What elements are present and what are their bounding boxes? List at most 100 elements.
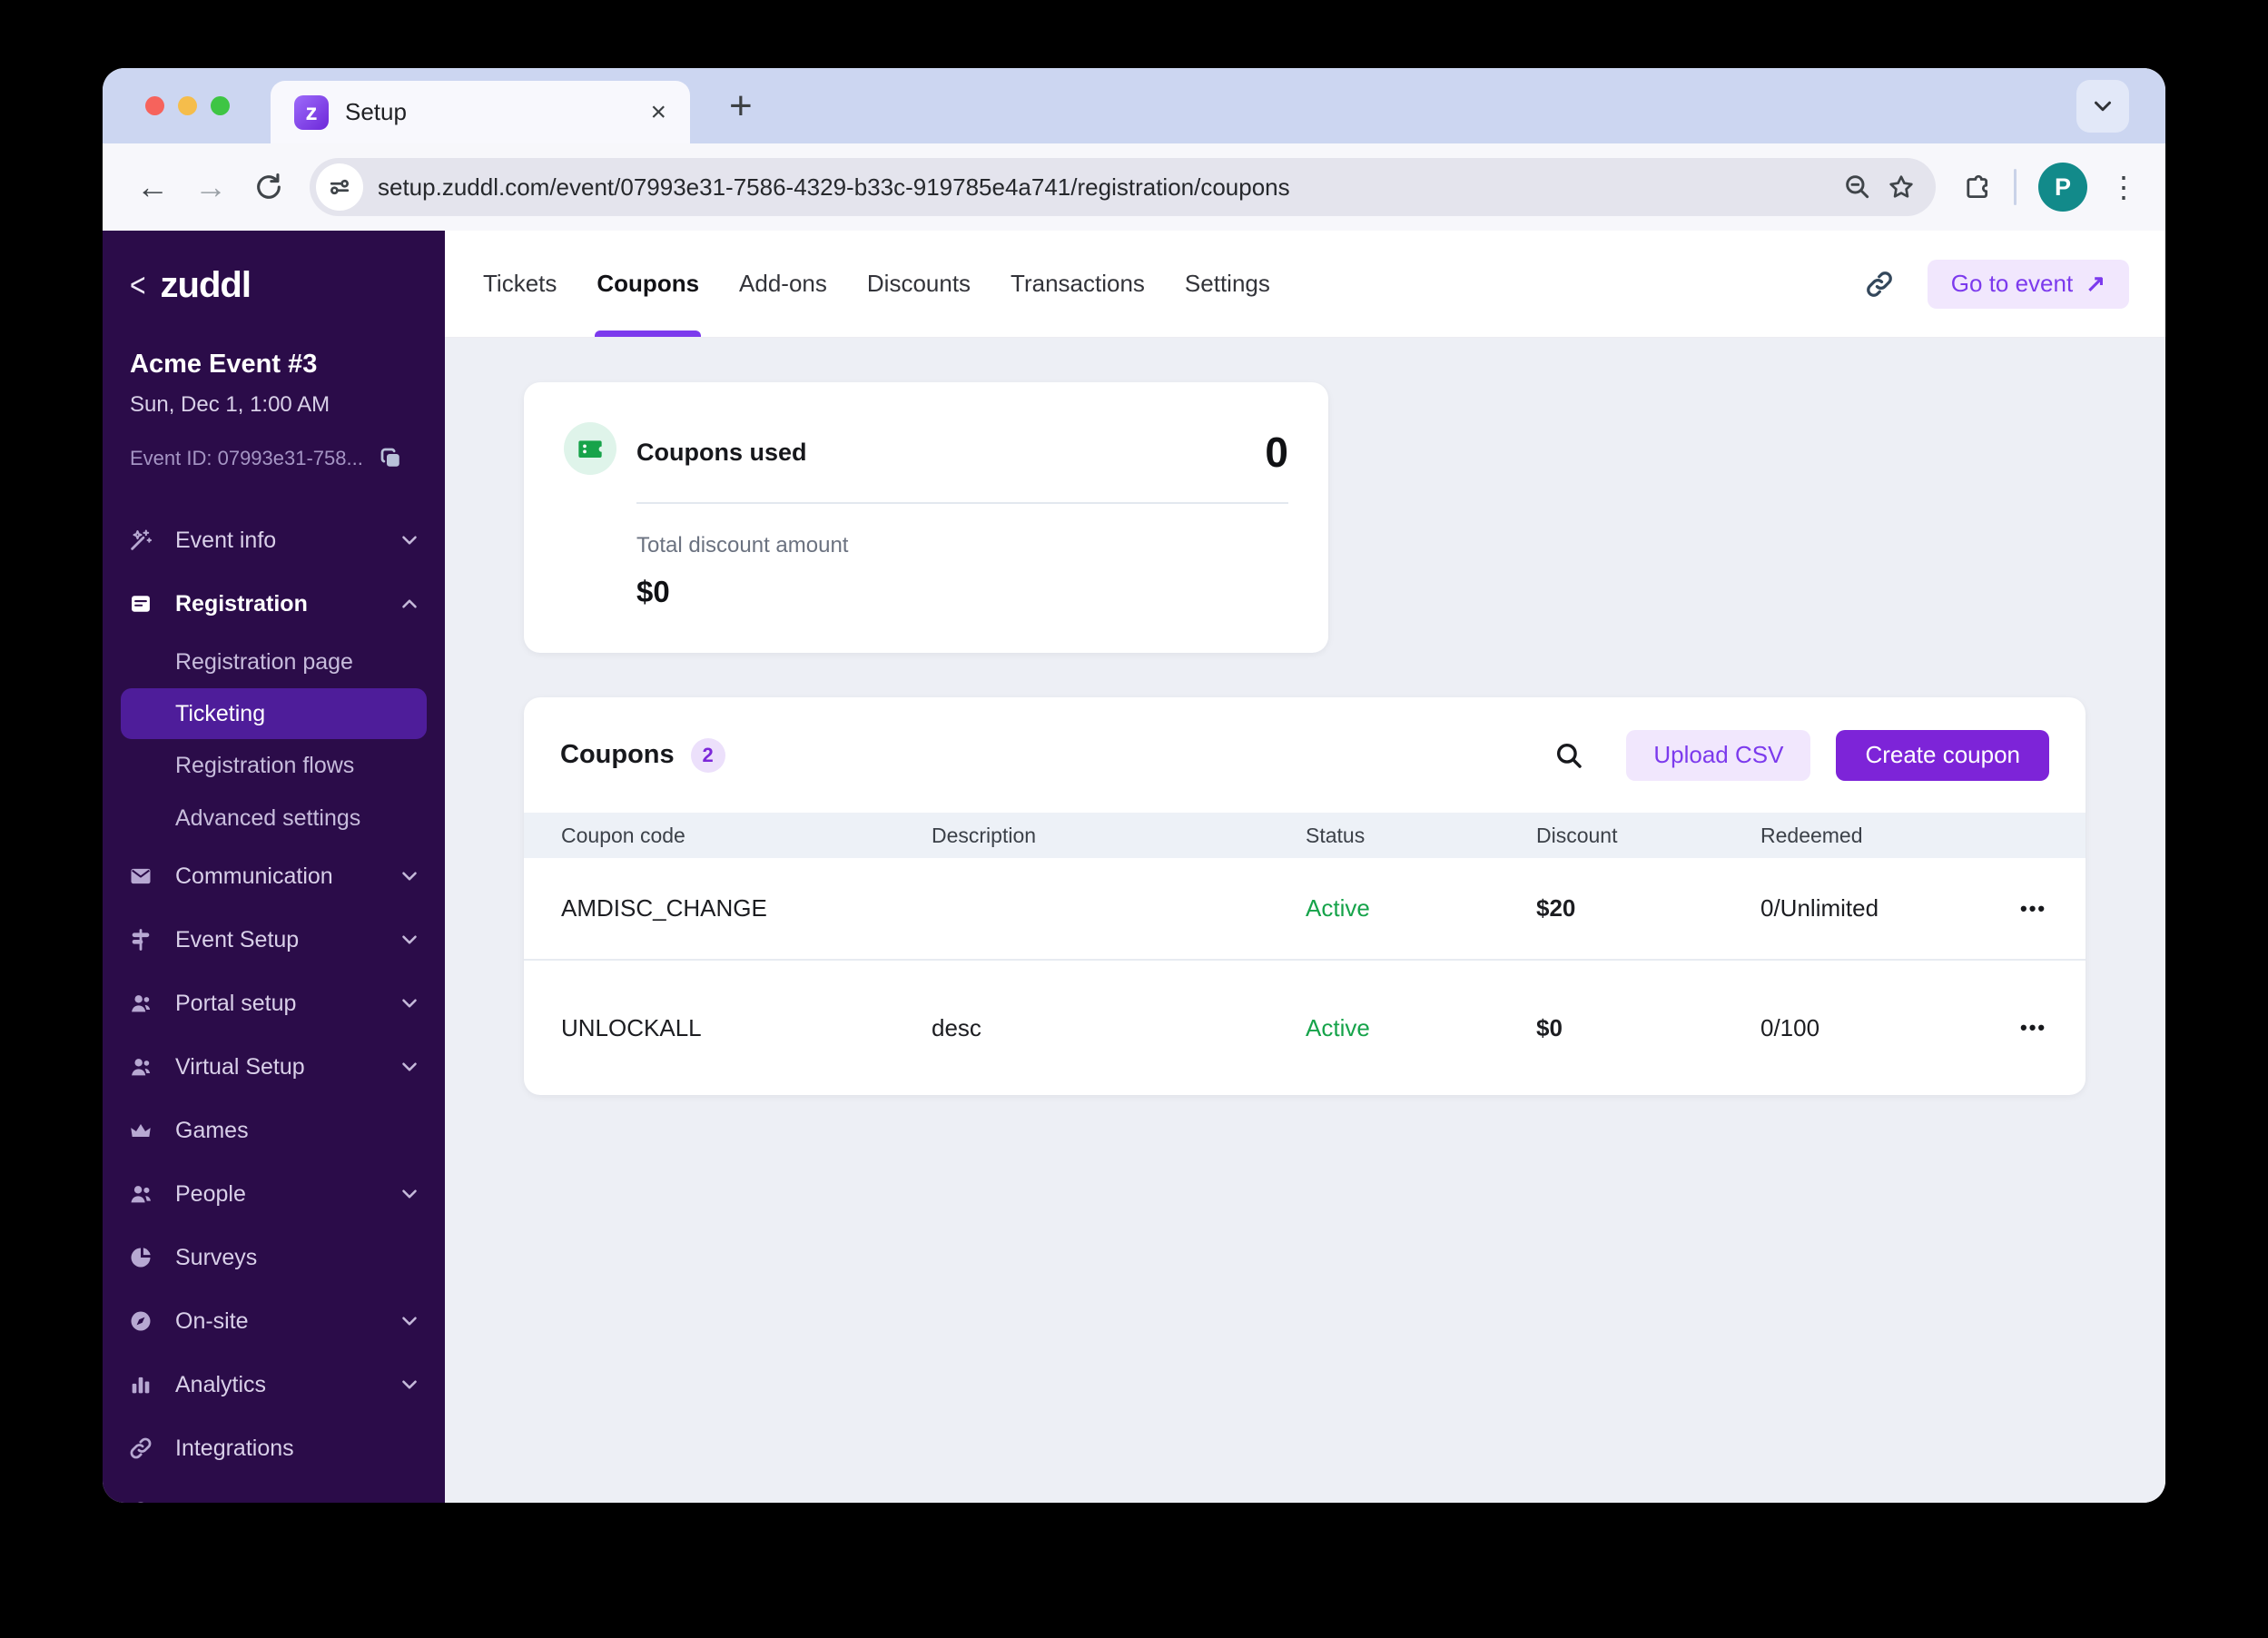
- person-icon: [128, 991, 155, 1016]
- sidebar-item-event-setup[interactable]: Event Setup: [103, 908, 445, 972]
- sidebar-item-event-info[interactable]: Event info: [103, 508, 445, 572]
- table-row[interactable]: UNLOCKALL desc Active $0 0/100 •••: [524, 961, 2086, 1095]
- compass-icon: [128, 1308, 155, 1334]
- event-name: Acme Event #3: [130, 350, 419, 380]
- sidebar-item-label: Communication: [175, 863, 333, 890]
- toolbar-divider: [2014, 169, 2017, 205]
- total-discount-amount: $0: [636, 575, 1288, 609]
- recording-icon: [128, 1499, 155, 1503]
- event-id: Event ID: 07993e31-758...: [130, 447, 363, 470]
- close-tab-icon[interactable]: ×: [650, 99, 666, 126]
- event-info-block: Acme Event #3 Sun, Dec 1, 1:00 AM Event …: [103, 306, 445, 472]
- go-to-event-button[interactable]: Go to event ↗: [1928, 260, 2129, 309]
- sidebar-item-label: Event info: [175, 528, 276, 554]
- create-coupon-button[interactable]: Create coupon: [1836, 730, 2049, 781]
- table-row[interactable]: AMDISC_CHANGE Active $20 0/Unlimited •••: [524, 858, 2086, 961]
- col-redeemed: Redeemed: [1760, 824, 2020, 848]
- sidebar-item-games[interactable]: Games: [103, 1099, 445, 1162]
- browser-toolbar: ← → setup.zuddl.com/event/07993e31-7586-…: [103, 143, 2165, 231]
- coupons-title: Coupons: [560, 740, 675, 770]
- sidebar-item-portal-setup[interactable]: Portal setup: [103, 972, 445, 1035]
- sidebar-item-registration-flows[interactable]: Registration flows: [103, 739, 445, 792]
- extensions-icon[interactable]: [1961, 172, 1992, 202]
- person-icon: [128, 1054, 155, 1080]
- toolbar-right: P ⋮: [1954, 163, 2138, 212]
- browser-window: z Setup × + ← → setup.zuddl.com/event/07…: [103, 68, 2165, 1503]
- sidebar-item-on-site[interactable]: On-site: [103, 1289, 445, 1353]
- search-icon[interactable]: [1553, 740, 1584, 771]
- pie-icon: [128, 1245, 155, 1270]
- link-icon: [128, 1436, 155, 1461]
- chevron-down-icon: [398, 864, 421, 888]
- main-area: Tickets Coupons Add-ons Discounts Transa…: [445, 231, 2165, 1503]
- chevron-down-icon: [398, 928, 421, 952]
- zuddl-logo[interactable]: zuddl: [161, 265, 251, 306]
- upload-csv-button[interactable]: Upload CSV: [1626, 730, 1810, 781]
- profile-avatar[interactable]: P: [2038, 163, 2087, 212]
- tab-title: Setup: [345, 98, 634, 126]
- wand-icon: [128, 528, 155, 553]
- sidebar-item-registration[interactable]: Registration: [103, 572, 445, 636]
- zoom-out-icon[interactable]: [1843, 173, 1872, 202]
- chevron-down-icon: [398, 1055, 421, 1079]
- close-window-button[interactable]: [145, 96, 164, 115]
- copy-link-icon[interactable]: [1864, 269, 1895, 300]
- col-discount: Discount: [1536, 824, 1760, 848]
- total-discount-label: Total discount amount: [636, 533, 1288, 558]
- tab-coupons[interactable]: Coupons: [595, 231, 701, 337]
- tab-tickets[interactable]: Tickets: [481, 231, 558, 337]
- sidebar-item-people[interactable]: People: [103, 1162, 445, 1226]
- sidebar-item-virtual-setup[interactable]: Virtual Setup: [103, 1035, 445, 1099]
- tab-add-ons[interactable]: Add-ons: [737, 231, 829, 337]
- sidebar-item-analytics[interactable]: Analytics: [103, 1353, 445, 1416]
- sidebar-item-recordings[interactable]: Recordings: [103, 1480, 445, 1503]
- sidebar-item-label: Integrations: [175, 1436, 294, 1462]
- sidebar-item-label: People: [175, 1181, 246, 1208]
- forward-button[interactable]: →: [188, 164, 233, 210]
- tab-settings[interactable]: Settings: [1183, 231, 1272, 337]
- sidebar-item-communication[interactable]: Communication: [103, 844, 445, 908]
- copy-icon[interactable]: [378, 445, 405, 472]
- browser-tab[interactable]: z Setup ×: [271, 81, 690, 143]
- people-icon: [128, 1181, 155, 1207]
- tab-transactions[interactable]: Transactions: [1009, 231, 1147, 337]
- redeemed-cell: 0/Unlimited: [1760, 894, 2020, 923]
- zuddl-favicon: z: [294, 95, 329, 130]
- coupons-count-badge: 2: [691, 738, 725, 773]
- sidebar-item-integrations[interactable]: Integrations: [103, 1416, 445, 1480]
- browser-menu-icon[interactable]: ⋮: [2109, 170, 2138, 204]
- sidebar-item-advanced-settings[interactable]: Advanced settings: [103, 792, 445, 844]
- section-tab-bar: Tickets Coupons Add-ons Discounts Transa…: [445, 231, 2165, 338]
- status-badge: Active: [1306, 894, 1536, 923]
- sidebar-item-registration-page[interactable]: Registration page: [103, 636, 445, 688]
- bookmark-star-icon[interactable]: [1887, 173, 1916, 202]
- tab-search-chevron-button[interactable]: [2076, 80, 2129, 133]
- event-date: Sun, Dec 1, 1:00 AM: [130, 392, 419, 418]
- minimize-window-button[interactable]: [178, 96, 197, 115]
- tab-discounts[interactable]: Discounts: [865, 231, 972, 337]
- crown-icon: [128, 1118, 155, 1143]
- bar-chart-icon: [128, 1372, 155, 1397]
- site-settings-icon[interactable]: [316, 163, 363, 211]
- discount-cell: $20: [1536, 894, 1760, 923]
- sidebar-item-ticketing[interactable]: Ticketing: [121, 688, 427, 739]
- status-badge: Active: [1306, 1014, 1536, 1042]
- reload-button[interactable]: [246, 164, 291, 210]
- description-cell: desc: [932, 1014, 1306, 1042]
- sidebar-item-surveys[interactable]: Surveys: [103, 1226, 445, 1289]
- chevron-down-icon: [398, 1182, 421, 1206]
- sidebar-nav: Event info Registration Registration pag…: [103, 508, 445, 1503]
- desktop: z Setup × + ← → setup.zuddl.com/event/07…: [0, 0, 2268, 1638]
- fullscreen-window-button[interactable]: [211, 96, 230, 115]
- discount-cell: $0: [1536, 1014, 1760, 1042]
- content-area: Coupons used 0 Total discount amount $0 …: [445, 338, 2165, 1503]
- row-actions-icon[interactable]: •••: [2020, 897, 2086, 921]
- new-tab-button[interactable]: +: [729, 86, 753, 126]
- ticket-icon: [564, 422, 616, 475]
- address-bar[interactable]: setup.zuddl.com/event/07993e31-7586-4329…: [310, 158, 1936, 216]
- row-actions-icon[interactable]: •••: [2020, 1016, 2086, 1040]
- url-text[interactable]: setup.zuddl.com/event/07993e31-7586-4329…: [378, 173, 1829, 202]
- coupons-used-count: 0: [1265, 428, 1288, 477]
- back-button[interactable]: ←: [130, 164, 175, 210]
- collapse-sidebar-icon[interactable]: <: [130, 266, 146, 305]
